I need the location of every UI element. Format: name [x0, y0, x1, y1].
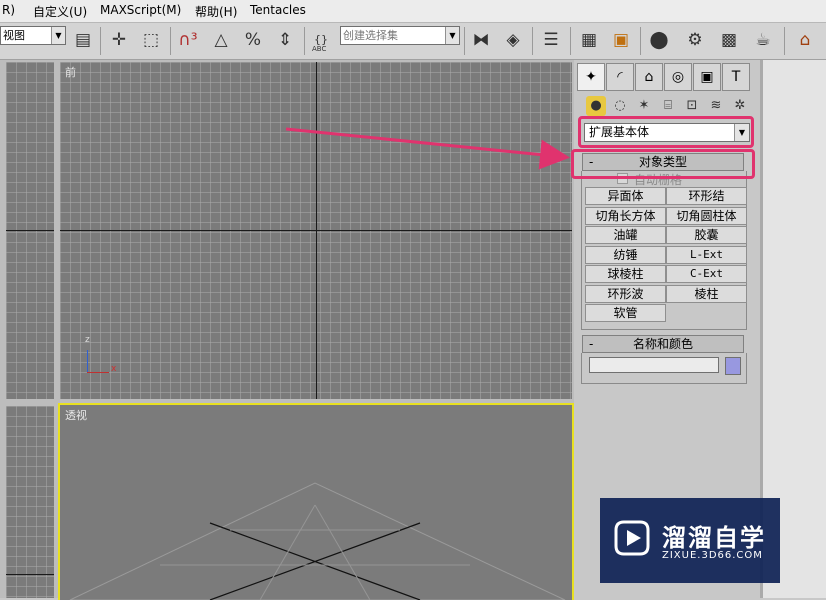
grid-axis-line [6, 230, 54, 231]
name-color-title: 名称和颜色 [632, 337, 693, 351]
lights-icon[interactable]: ✶ [634, 96, 654, 116]
utilities-tab-icon[interactable]: T [722, 63, 750, 91]
grid-axis-line [6, 574, 54, 575]
watermark-brand: 溜溜自学 [662, 524, 766, 552]
viewport-label-front: 前 [65, 66, 76, 79]
toolbar-divider [640, 27, 641, 55]
object-type-button[interactable]: 环形结 [666, 187, 747, 205]
toolbar-divider [784, 27, 785, 55]
object-type-button[interactable]: L-Ext [666, 245, 747, 264]
perspective-viewport[interactable]: 透视 [58, 403, 574, 600]
display-tab-icon[interactable]: ▣ [693, 63, 721, 91]
dropdown-highlight-box [578, 116, 754, 148]
menu-item-tentacles[interactable]: Tentacles [250, 3, 306, 17]
material-editor-icon[interactable]: ⬤ [646, 27, 672, 53]
menu-item-rendering[interactable]: R) [2, 3, 15, 17]
schematic-view-icon[interactable]: ▣ [608, 27, 634, 53]
reference-coordinate-select[interactable]: 视图 ▼ [0, 26, 66, 45]
object-name-input[interactable] [589, 357, 719, 373]
object-type-button[interactable]: 软管 [585, 304, 666, 322]
curve-editor-icon[interactable]: ▦ [576, 27, 602, 53]
annotation-arrow [285, 127, 570, 170]
chevron-down-icon: ▼ [445, 27, 459, 44]
shapes-icon[interactable]: ◌ [610, 96, 630, 116]
object-type-button[interactable]: 球棱柱 [585, 265, 666, 283]
align-icon[interactable]: ◈ [500, 27, 526, 53]
pivot-icon[interactable]: ▤ [70, 27, 96, 53]
helpers-icon[interactable]: ⊡ [682, 96, 702, 116]
modify-tab-icon[interactable]: ◜ [606, 63, 634, 91]
tentacles-tool-icon[interactable]: ⌂ [792, 27, 818, 53]
play-logo-icon [614, 520, 650, 556]
angle-snap-icon[interactable]: △ [208, 27, 234, 53]
menu-item-customize[interactable]: 自定义(U) [33, 3, 87, 20]
object-type-highlight-box [571, 149, 755, 179]
object-type-button[interactable]: 胶囊 [666, 226, 747, 244]
abc-label: ABC [312, 45, 327, 53]
left-viewport[interactable] [6, 406, 54, 598]
object-type-button[interactable]: 纺锤 [585, 245, 666, 264]
chevron-down-icon: ▼ [51, 27, 65, 44]
toolbar-divider [304, 27, 305, 55]
watermark-url: ZIXUE.3D66.COM [662, 550, 763, 561]
space-warps-icon[interactable]: ≋ [706, 96, 726, 116]
axis-tripod-x [87, 372, 109, 373]
percent-snap-icon[interactable]: % [240, 27, 266, 53]
perspective-grid [69, 482, 566, 600]
box-icon[interactable]: ⬚ [138, 27, 164, 53]
grid-axis-line [60, 230, 572, 231]
menu-item-help[interactable]: 帮助(H) [195, 3, 237, 20]
menu-item-maxscript[interactable]: MAXScript(M) [100, 3, 181, 17]
motion-tab-icon[interactable]: ◎ [664, 63, 692, 91]
named-selection-set-select[interactable]: 创建选择集 ▼ [340, 26, 460, 45]
select-move-icon[interactable]: ✛ [106, 27, 132, 53]
axis-tripod-z [87, 350, 88, 372]
main-toolbar: 视图 ▼ ▤ ✛ ⬚ ∩³ △ % ⇕ {} ABC 创建选择集 ▼ ⧓ ◈ ☰… [0, 23, 826, 60]
layer-manager-icon[interactable]: ☰ [538, 27, 564, 53]
spinner-snap-icon[interactable]: ⇕ [272, 27, 298, 53]
name-color-rollout-header[interactable]: - 名称和颜色 [582, 335, 744, 353]
toolbar-divider [170, 27, 171, 55]
front-viewport[interactable]: 前 z x [60, 62, 572, 399]
named-selection-placeholder: 创建选择集 [343, 29, 398, 42]
name-color-rollout-body [581, 353, 747, 384]
snap-3d-icon[interactable]: ∩³ [175, 27, 201, 53]
object-type-button[interactable]: 环形波 [585, 284, 666, 303]
reference-coordinate-value: 视图 [3, 29, 25, 42]
toolbar-divider [464, 27, 465, 55]
object-type-button[interactable]: C-Ext [666, 265, 747, 283]
object-color-swatch[interactable] [725, 357, 741, 375]
menu-bar: R) 自定义(U) MAXScript(M) 帮助(H) Tentacles [0, 0, 826, 23]
toolbar-divider [570, 27, 571, 55]
cameras-icon[interactable]: ⌸ [658, 96, 678, 116]
quick-render-icon[interactable]: ☕ [750, 27, 776, 53]
axis-label-z: z [85, 335, 90, 345]
object-type-button[interactable]: 油罐 [585, 226, 666, 244]
object-type-button[interactable]: 切角长方体 [585, 206, 666, 225]
hierarchy-tab-icon[interactable]: ⌂ [635, 63, 663, 91]
object-type-button[interactable]: 异面体 [585, 187, 666, 205]
systems-icon[interactable]: ✲ [730, 96, 750, 116]
object-type-button[interactable]: 棱柱 [666, 284, 747, 303]
mirror-icon[interactable]: ⧓ [468, 27, 494, 53]
object-type-rollout-body: 自动栅格 异面体 环形结 切角长方体 切角圆柱体 油罐 胶囊 纺锤 L-Ext 球棱柱 C-Ext… [581, 171, 747, 330]
toolbar-divider [532, 27, 533, 55]
geometry-icon[interactable]: ● [586, 96, 606, 116]
watermark: 溜溜自学 ZIXUE.3D66.COM [600, 498, 780, 583]
create-tab-icon[interactable]: ✦ [577, 63, 605, 91]
render-setup-icon[interactable]: ⚙ [682, 27, 708, 53]
render-frame-icon[interactable]: ▩ [716, 27, 742, 53]
top-viewport[interactable] [6, 62, 54, 399]
toolbar-divider [100, 27, 101, 55]
object-type-button[interactable]: 切角圆柱体 [666, 206, 747, 225]
axis-label-x: x [111, 364, 117, 374]
